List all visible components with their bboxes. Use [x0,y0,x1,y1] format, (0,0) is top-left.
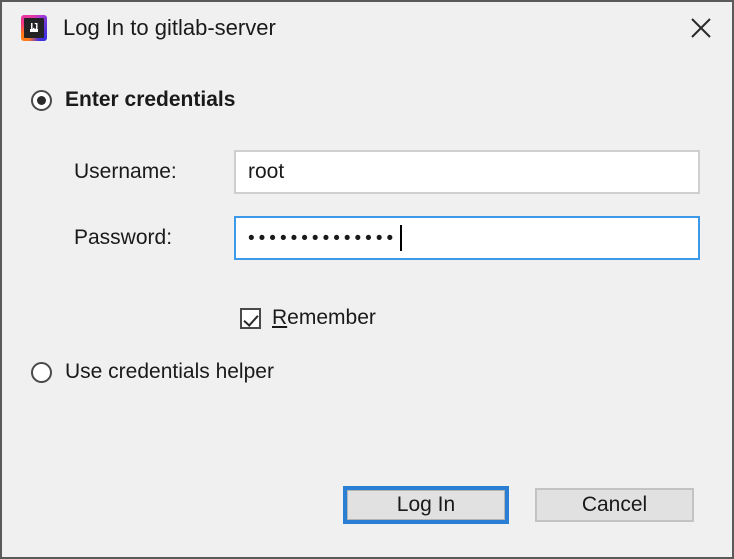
username-row: Username: root [74,150,700,194]
radio-button-icon-selected[interactable] [31,89,52,111]
close-icon [691,18,711,38]
login-button[interactable]: Log In [343,486,509,524]
dialog-button-bar: Log In Cancel [2,479,732,539]
password-label: Password: [74,226,173,249]
username-input[interactable]: root [234,150,700,194]
radio-use-credentials-helper-label: Use credentials helper [65,360,274,383]
icon-inner-square: IJ [24,18,44,38]
login-dialog: IJ Log In to gitlab-server Enter credent… [0,0,734,559]
text-caret [400,225,403,251]
username-label: Username: [74,160,177,183]
remember-checkbox-row[interactable]: Remember [240,306,376,330]
checkbox-icon-checked[interactable] [240,307,261,329]
radio-enter-credentials[interactable]: Enter credentials [31,88,235,112]
cancel-button[interactable]: Cancel [535,488,694,522]
password-row: Password: •••••••••••••• [74,216,700,260]
password-input[interactable]: •••••••••••••• [234,216,700,260]
remember-label: Remember [272,306,376,330]
login-button-label: Log In [396,493,456,516]
dialog-titlebar: IJ Log In to gitlab-server [2,2,732,54]
remember-label-mnemonic: R [272,306,288,329]
radio-use-credentials-helper[interactable]: Use credentials helper [31,360,274,384]
radio-button-icon-unselected[interactable] [31,361,52,383]
intellij-idea-icon: IJ [21,15,47,41]
dialog-content: Enter credentials Username: root Passwor… [2,54,732,557]
remember-label-rest: emember [287,306,376,329]
radio-enter-credentials-label: Enter credentials [65,88,236,111]
username-value: root [248,160,285,183]
cancel-button-label: Cancel [581,493,648,516]
close-button[interactable] [670,2,732,54]
password-value-masked: •••••••••••••• [248,227,398,249]
icon-bar [30,29,38,32]
dialog-title: Log In to gitlab-server [63,15,276,40]
